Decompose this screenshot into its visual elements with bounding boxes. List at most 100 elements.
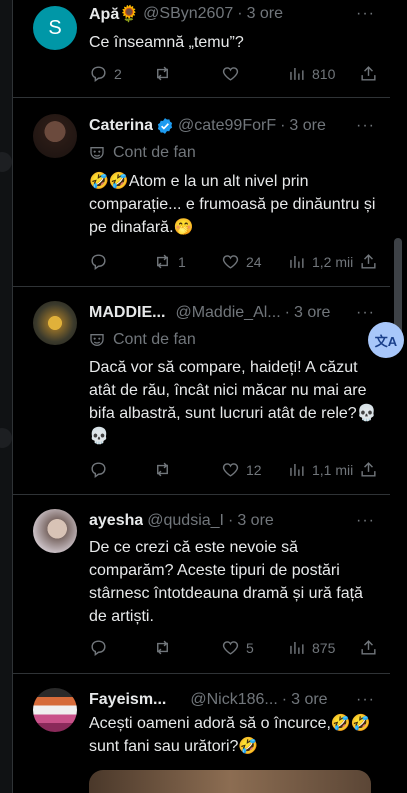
background-avatar <box>0 152 12 172</box>
views-icon <box>290 255 304 268</box>
separator-dot: · <box>237 5 243 22</box>
avatar-letter: S <box>48 16 62 39</box>
timestamp[interactable]: 3 ore <box>289 117 325 135</box>
tweet-text: 🤣🤣Atom e la un alt nivel prin comparație… <box>89 173 376 236</box>
retweet-button[interactable]: 1 <box>153 252 186 271</box>
timestamp[interactable]: 3 ore <box>294 304 330 322</box>
more-options-icon[interactable]: ··· <box>356 512 375 530</box>
user-handle[interactable]: @qudsia_I <box>147 512 224 530</box>
views-button[interactable]: 1,1 mii <box>287 460 353 479</box>
tweet-text: Ce înseamnă „temu”? <box>89 34 244 51</box>
view-count: 1,1 mii <box>312 461 354 478</box>
more-options-icon[interactable]: ··· <box>356 304 375 322</box>
separator-dot: · <box>280 117 286 134</box>
retweet-icon <box>157 640 168 655</box>
timestamp[interactable]: 3 ore <box>237 512 273 530</box>
reply-icon <box>91 254 106 271</box>
display-name[interactable]: Caterina <box>89 117 153 135</box>
heart-icon <box>222 67 239 81</box>
share-button[interactable] <box>359 460 378 479</box>
fan-account-label: Cont de fan <box>89 144 196 162</box>
like-count: 24 <box>246 253 262 270</box>
verified-badge-icon[interactable] <box>156 117 174 135</box>
more-options-icon[interactable]: ··· <box>356 691 375 709</box>
share-icon <box>361 254 376 269</box>
like-button[interactable] <box>221 64 246 83</box>
heart-icon <box>222 255 239 269</box>
background-avatar <box>0 428 12 448</box>
timeline: S Apă🌻 @SByn2607 · 3 ore ··· Ce înseamnă… <box>12 0 392 793</box>
separator-dot: · <box>281 691 288 708</box>
tweet[interactable]: MADDIE... @Maddie_Al... · 3 ore ··· Cont… <box>13 287 391 495</box>
background-panel <box>0 0 12 793</box>
views-icon <box>290 641 304 654</box>
tweet-header: Fayeism... @Nick186... · 3 ore ··· <box>89 690 379 710</box>
user-handle[interactable]: @SByn2607 <box>143 5 233 23</box>
user-handle[interactable]: @Maddie_Al... <box>175 304 280 322</box>
user-handle[interactable]: @cate99ForF <box>178 117 276 135</box>
heart-icon <box>222 641 239 655</box>
tweet-header: Caterina @cate99ForF · 3 ore ··· <box>89 116 379 136</box>
tweet-actions: 5 875 <box>89 638 379 658</box>
retweet-button[interactable] <box>153 638 178 657</box>
views-button[interactable]: 1,2 mii <box>287 252 353 271</box>
fan-mask-icon <box>90 334 104 347</box>
share-button[interactable] <box>359 64 378 83</box>
retweet-button[interactable] <box>153 64 178 83</box>
like-count: 5 <box>246 639 254 656</box>
tweet-media-image[interactable] <box>89 770 371 793</box>
translate-button[interactable]: 文A <box>368 322 404 358</box>
tweet-header: Apă🌻 @SByn2607 · 3 ore ··· <box>89 4 379 24</box>
fan-account-label: Cont de fan <box>89 331 196 349</box>
share-icon <box>361 640 376 655</box>
tweet[interactable]: Caterina @cate99ForF · 3 ore ··· Cont de… <box>13 98 391 287</box>
like-button[interactable]: 5 <box>221 638 254 657</box>
tweet-actions: 12 1,1 mii <box>89 460 379 480</box>
reply-icon <box>91 462 106 479</box>
view-count: 875 <box>312 639 336 656</box>
avatar[interactable]: S <box>33 6 77 50</box>
like-button[interactable]: 12 <box>221 460 262 479</box>
tweet-text: Acești oameni adoră să o încurce,🤣🤣sunt … <box>89 715 371 755</box>
tweet[interactable]: S Apă🌻 @SByn2607 · 3 ore ··· Ce înseamnă… <box>13 0 391 98</box>
separator-dot: · <box>228 512 234 529</box>
reply-button[interactable] <box>89 460 114 479</box>
display-name[interactable]: Fayeism... <box>89 691 166 709</box>
retweet-button[interactable] <box>153 460 178 479</box>
retweet-icon <box>157 254 168 269</box>
avatar[interactable] <box>33 688 77 732</box>
tweet-text: De ce crezi că este nevoie să comparăm? … <box>89 539 363 625</box>
share-icon <box>361 66 376 81</box>
reply-icon <box>91 640 106 657</box>
views-button[interactable]: 875 <box>287 638 335 657</box>
retweet-icon <box>157 66 168 81</box>
avatar[interactable] <box>33 114 77 158</box>
display-name[interactable]: MADDIE... <box>89 304 165 322</box>
display-name[interactable]: ayesha <box>89 512 143 530</box>
user-handle[interactable]: @Nick186... <box>190 691 277 709</box>
timestamp[interactable]: 3 ore <box>291 691 327 709</box>
view-count: 810 <box>312 65 336 82</box>
share-button[interactable] <box>359 252 378 271</box>
more-options-icon[interactable]: ··· <box>356 5 375 23</box>
like-count: 12 <box>246 461 262 478</box>
avatar[interactable] <box>33 301 77 345</box>
scrollbar[interactable] <box>390 0 407 793</box>
translate-icon: 文A <box>374 333 398 349</box>
like-button[interactable]: 24 <box>221 252 262 271</box>
display-name[interactable]: Apă🌻 <box>89 4 139 24</box>
timestamp[interactable]: 3 ore <box>247 5 283 23</box>
tweet[interactable]: ayesha @qudsia_I · 3 ore ··· De ce crezi… <box>13 495 391 674</box>
reply-button[interactable] <box>89 252 114 271</box>
fan-mask-icon <box>90 147 104 160</box>
share-button[interactable] <box>359 638 378 657</box>
avatar[interactable] <box>33 509 77 553</box>
more-options-icon[interactable]: ··· <box>356 117 375 135</box>
reply-button[interactable] <box>89 638 114 657</box>
reply-button[interactable]: 2 <box>89 64 122 83</box>
views-button[interactable]: 810 <box>287 64 335 83</box>
share-icon <box>361 462 376 477</box>
reply-icon <box>91 66 106 83</box>
view-count: 1,2 mii <box>312 253 354 270</box>
views-icon <box>290 463 304 476</box>
